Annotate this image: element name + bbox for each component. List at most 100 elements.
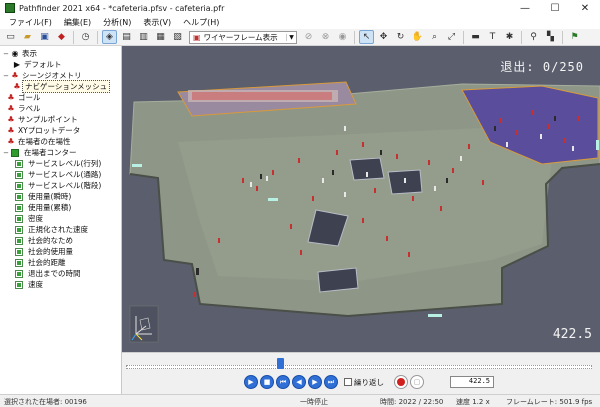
history-icon[interactable]: ◷ — [78, 30, 93, 44]
tree-item-usage-instant[interactable]: 使用量(瞬時) — [14, 191, 73, 202]
record-stop-button[interactable]: ▢ — [410, 375, 424, 389]
door-marker — [268, 198, 278, 201]
view-side-icon[interactable]: ▦ — [153, 30, 168, 44]
toolbar: ▭ ▰ ▣ ◆ ◷ ◈ ▤ ▥ ▦ ▧ ▣ ワイヤーフレーム表示 ▼ ⊘ ⊗ ◉… — [0, 29, 600, 46]
text-icon[interactable]: T — [485, 30, 500, 44]
label-icon: ♣ — [7, 104, 15, 113]
save-icon[interactable]: ▣ — [37, 30, 52, 44]
view-perspective-icon[interactable]: ◈ — [102, 30, 117, 44]
tree-item-los-walkway[interactable]: サービスレベル(通路) — [14, 169, 103, 180]
tree-item-label-item[interactable]: ♣ ラベル — [6, 103, 43, 114]
tree-item-social-tame[interactable]: 社会的なため — [14, 235, 75, 246]
lock-icon[interactable]: ⊘ — [301, 30, 316, 44]
tree-item-los-queue[interactable]: サービスレベル(行列) — [14, 158, 103, 169]
tree-item-label: 密度 — [28, 214, 43, 223]
checkbox-icon[interactable] — [15, 214, 23, 223]
pointer-icon[interactable]: ↖ — [359, 30, 374, 44]
exit-icon[interactable]: ⚑ — [567, 30, 582, 44]
minimize-button[interactable]: — — [510, 0, 540, 16]
tree-item-label: 使用量(累積) — [28, 203, 72, 212]
measure-icon[interactable]: ▬ — [468, 30, 483, 44]
tree-item-goal[interactable]: ♣ ゴール — [6, 92, 43, 103]
tree-item-usage-cumulative[interactable]: 使用量(累積) — [14, 202, 73, 213]
menu-analysis[interactable]: 分析(N) — [97, 17, 137, 28]
record-icon — [397, 378, 405, 386]
camera-reset-icon[interactable]: ◉ — [335, 30, 350, 44]
door-marker — [596, 140, 599, 150]
time-input[interactable]: 422.5 — [450, 376, 494, 388]
checkbox-icon[interactable] — [15, 247, 23, 256]
stop-button[interactable]: ■ — [260, 375, 274, 389]
checkbox-icon[interactable] — [15, 258, 23, 267]
checkbox-icon[interactable] — [15, 236, 23, 245]
toolbar-divider — [562, 30, 563, 44]
skip-end-button[interactable]: ⏭ — [324, 375, 338, 389]
tree-item-social-distance[interactable]: 社会的距離 — [14, 257, 68, 268]
tree-item-label: サービスレベル(通路) — [28, 170, 102, 179]
checkbox-icon[interactable] — [15, 192, 23, 201]
play-button[interactable]: ▶ — [244, 375, 258, 389]
import-icon[interactable]: ◆ — [54, 30, 69, 44]
timeline-thumb[interactable] — [276, 358, 284, 369]
timeline-track[interactable] — [126, 365, 592, 369]
new-icon[interactable]: ▭ — [3, 30, 18, 44]
agent-count-icon[interactable]: ▚ — [543, 30, 558, 44]
checkbox-icon[interactable] — [15, 181, 23, 190]
checkbox-icon[interactable] — [15, 225, 23, 234]
tree-item-default[interactable]: ▶ デフォルト — [12, 59, 64, 70]
tree-item-label: ゴール — [18, 93, 41, 102]
close-button[interactable]: ✕ — [570, 0, 600, 16]
tree-item-label: デフォルト — [24, 60, 62, 69]
zoom-icon[interactable]: ⌕ — [427, 30, 442, 44]
step-back-button[interactable]: ◀ — [292, 375, 306, 389]
playback-state-status: 一時停止 — [300, 398, 328, 406]
tree-item-navmesh[interactable]: ♣ ナビゲーションメッシュ — [12, 80, 111, 93]
tree-item-time-to-exit[interactable]: 退出までの時間 — [14, 268, 83, 279]
menu-file[interactable]: ファイル(F) — [3, 17, 58, 28]
scene-render — [129, 81, 600, 318]
tree-item-xy-plot[interactable]: ♣ XYプロットデータ — [6, 125, 82, 136]
view-mode-select[interactable]: ▣ ワイヤーフレーム表示 ▼ — [189, 30, 297, 44]
collapse-icon[interactable]: − — [2, 149, 10, 157]
checkbox-icon[interactable] — [15, 280, 23, 289]
tree-item-contour[interactable]: − 在場者コンター — [2, 147, 79, 158]
checkbox-icon[interactable] — [15, 159, 23, 168]
settings-icon[interactable]: ✱ — [502, 30, 517, 44]
view-top-icon[interactable]: ▤ — [119, 30, 134, 44]
open-icon[interactable]: ▰ — [20, 30, 35, 44]
pan-icon[interactable]: ✋ — [410, 30, 425, 44]
3d-viewport[interactable]: 退出: 0/250 422.5 — [122, 46, 600, 352]
menu-view[interactable]: 表示(V) — [137, 17, 177, 28]
step-forward-button[interactable]: ▶ — [308, 375, 322, 389]
collapse-icon[interactable]: − — [2, 72, 10, 80]
collapse-icon[interactable]: − — [2, 50, 10, 58]
maximize-button[interactable]: ☐ — [540, 0, 570, 16]
checkbox-icon[interactable] — [15, 170, 23, 179]
zoom-fit-icon[interactable]: ⤢ — [444, 30, 459, 44]
menu-edit[interactable]: 編集(E) — [58, 17, 97, 28]
tree-item-occupant[interactable]: ♣ 在場者の在場性 — [6, 136, 73, 147]
rotate-icon[interactable]: ↻ — [393, 30, 408, 44]
menu-help[interactable]: ヘルプ(H) — [177, 17, 225, 28]
tree-item-density[interactable]: 密度 — [14, 213, 45, 224]
toolbar-divider — [521, 30, 522, 44]
tree-item-sample-point[interactable]: ♣ サンプルポイント — [6, 114, 80, 125]
goal-icon: ♣ — [7, 93, 15, 102]
tree-item-view[interactable]: − ◉ 表示 — [2, 48, 39, 59]
loop-checkbox[interactable] — [344, 378, 352, 386]
tree-item-los-stair[interactable]: サービスレベル(階段) — [14, 180, 103, 191]
camera-icon[interactable]: ▧ — [170, 30, 185, 44]
move-icon[interactable]: ✥ — [376, 30, 391, 44]
record-button[interactable] — [394, 375, 408, 389]
skip-start-icon: ⏮ — [279, 377, 287, 386]
view-front-icon[interactable]: ▥ — [136, 30, 151, 44]
stop-icon: ■ — [263, 378, 271, 386]
tree-item-speed[interactable]: 速度 — [14, 279, 45, 290]
tree-item-normalized-speed[interactable]: 正規化された速度 — [14, 224, 90, 235]
checkbox-icon[interactable] — [15, 203, 23, 212]
tree-item-social-usage[interactable]: 社会的使用量 — [14, 246, 75, 257]
skip-start-button[interactable]: ⏮ — [276, 375, 290, 389]
unlock-icon[interactable]: ⊗ — [318, 30, 333, 44]
agent-add-icon[interactable]: ⚲ — [526, 30, 541, 44]
checkbox-icon[interactable] — [15, 269, 23, 278]
